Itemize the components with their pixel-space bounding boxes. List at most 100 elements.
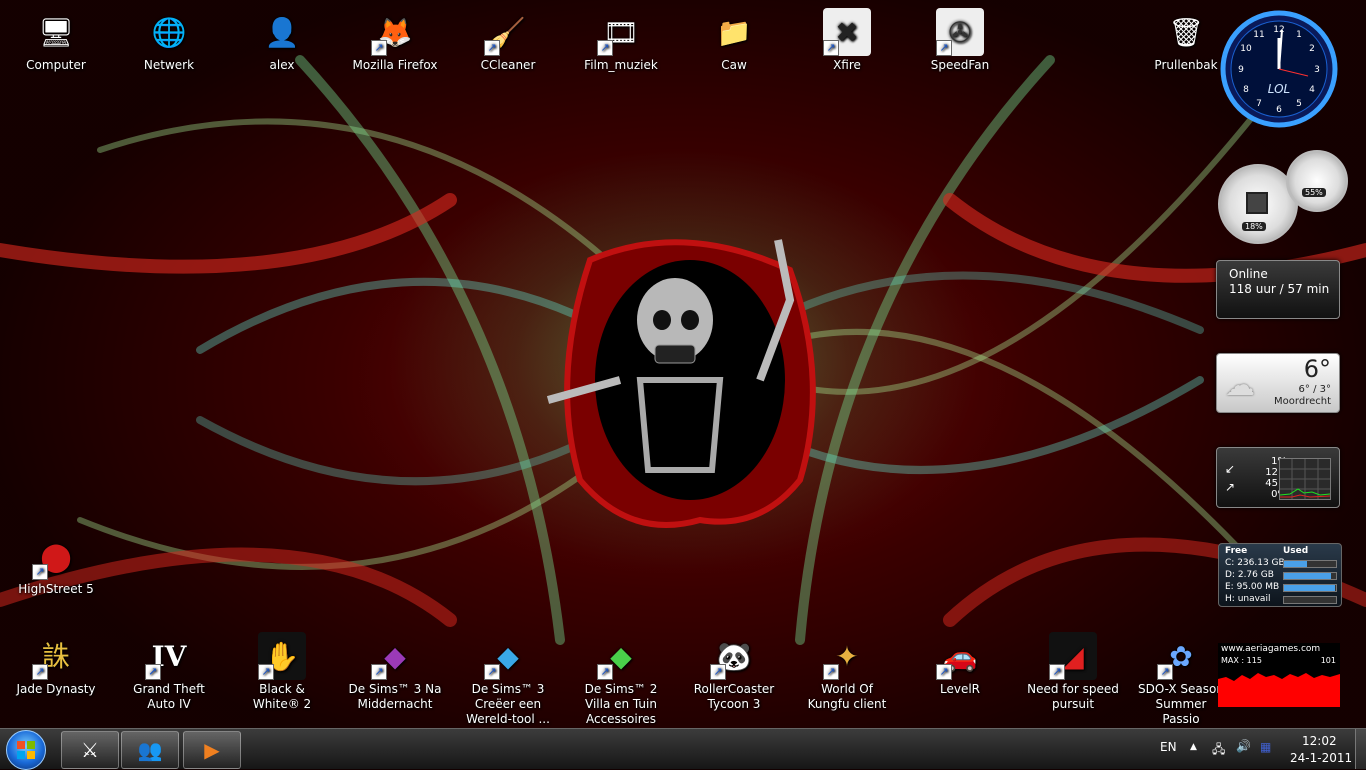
desktop-icon-gta-iv[interactable]: IV ↗ Grand Theft Auto IV: [121, 632, 217, 712]
online-time-gadget[interactable]: Online 118 uur / 57 min: [1216, 260, 1340, 319]
desktop-icon-firefox[interactable]: 🦊 ↗ Mozilla Firefox: [347, 8, 443, 73]
cpu-meter-gadget[interactable]: 18% 55%: [1216, 150, 1348, 244]
start-button[interactable]: [6, 730, 46, 770]
network-graph: [1279, 458, 1331, 500]
cpu-chip-icon: [1246, 192, 1268, 214]
desktop-icon-alex[interactable]: 👤 alex: [234, 8, 330, 73]
wallpaper-art: [0, 55, 1366, 645]
icon-label: Xfire: [833, 58, 861, 72]
desktop-wallpaper: [0, 0, 1366, 728]
aeria-max: MAX : 115: [1221, 656, 1262, 665]
firefox-icon: 🦊: [377, 15, 413, 49]
kungfu-icon: ✦: [835, 639, 859, 673]
gta-iv-icon: IV: [151, 639, 187, 673]
shortcut-arrow-icon: ↗: [371, 664, 387, 680]
download-arrow-icon: ↗: [1225, 480, 1236, 494]
volume-icon[interactable]: 🔊: [1236, 739, 1251, 753]
desktop-icon-network[interactable]: 🌐 Netwerk: [121, 8, 217, 73]
online-value: 118 uur / 57 min: [1229, 282, 1330, 296]
drive-usage-bar: [1283, 596, 1337, 604]
shortcut-arrow-icon: ↗: [258, 664, 274, 680]
shortcut-arrow-icon: ↗: [1049, 664, 1065, 680]
sims-3-night-icon: ◆: [384, 639, 406, 673]
shortcut-arrow-icon: ↗: [32, 664, 48, 680]
desktop-icon-highstreet[interactable]: ⬤ ↗ HighStreet 5: [8, 532, 104, 597]
drives-gadget[interactable]: Free Used C: 236.13 GB D: 2.76 GB E: 95.…: [1218, 543, 1342, 607]
nfs-icon: ◢: [1062, 639, 1084, 673]
drive-usage-bar: [1283, 572, 1337, 580]
svg-text:2: 2: [1309, 44, 1315, 54]
desktop-icon-sdo-x[interactable]: ✿ ↗ SDO-X Season Summer Passio: [1138, 632, 1224, 727]
desktop-icon-nfs-pursuit[interactable]: ◢ ↗ Need for speed pursuit: [1025, 632, 1121, 712]
desktop-icon-world-of-kungfu[interactable]: ✦ ↗ World Of Kungfu client: [799, 632, 895, 712]
tray-app-icon[interactable]: ▦: [1260, 740, 1271, 754]
desktop-icon-caw[interactable]: 📁 Caw: [686, 8, 782, 73]
desktop-icon-speedfan[interactable]: ✇ ↗ SpeedFan: [912, 8, 1008, 73]
shortcut-arrow-icon: ↗: [371, 40, 387, 56]
shortcut-arrow-icon: ↗: [936, 664, 952, 680]
icon-label: Jade Dynasty: [16, 682, 96, 696]
desktop-icon-jade-dynasty[interactable]: 誅 ↗ Jade Dynasty: [8, 632, 104, 697]
jade-dynasty-icon: 誅: [41, 639, 70, 673]
shortcut-arrow-icon: ↗: [32, 564, 48, 580]
clock-gadget[interactable]: 12 1 2 345 678 9 10 11 LOL: [1220, 10, 1338, 128]
rollercoaster-icon: 🐼: [716, 639, 752, 673]
drive-row: D: 2.76 GB: [1225, 570, 1337, 581]
icon-label: Black & White® 2: [252, 682, 312, 711]
svg-text:11: 11: [1253, 30, 1264, 40]
drive-usage-bar: [1283, 584, 1337, 592]
network-tray-icon[interactable]: 🖧: [1212, 740, 1225, 761]
taskbar-pinned-messenger[interactable]: 👥: [121, 731, 179, 769]
clock-date[interactable]: 24-1-2011: [1290, 751, 1352, 765]
show-desktop-button[interactable]: [1355, 729, 1366, 769]
drive-row: H: unavail: [1225, 594, 1337, 605]
desktop-icon-black-white-2[interactable]: ✋ ↗ Black & White® 2: [234, 632, 330, 712]
drive-usage-bar: [1283, 560, 1337, 568]
icon-label: World Of Kungfu client: [807, 682, 887, 711]
shortcut-arrow-icon: ↗: [484, 664, 500, 680]
icon-label: Grand Theft Auto IV: [133, 682, 205, 711]
aeria-graph: [1218, 673, 1340, 707]
aeria-meter-gadget[interactable]: www.aeriagames.com MAX : 115 101: [1218, 643, 1340, 707]
weather-range: 6° / 3°: [1298, 384, 1331, 395]
clock-time[interactable]: 12:02: [1302, 734, 1337, 748]
computer-icon: 🖥: [38, 15, 74, 49]
svg-text:3: 3: [1314, 65, 1320, 75]
network-meter-gadget[interactable]: ↙ ↗ 1% 12 k 45 k 0%: [1216, 447, 1340, 508]
desktop-icon-rollercoaster[interactable]: 🐼 ↗ RollerCoaster Tycoon 3: [686, 632, 782, 712]
shortcut-arrow-icon: ↗: [1157, 664, 1173, 680]
icon-label: alex: [269, 58, 295, 72]
folder-icon: 📁: [716, 15, 752, 49]
taskbar: ⚔ 👥 ▶ EN ▲ 🖧 🔊 ▦ 12:02 24-1-2011: [0, 728, 1366, 770]
network-icon: 🌐: [151, 15, 187, 49]
icon-label: Film_muziek: [584, 58, 658, 72]
ccleaner-icon: 🧹: [490, 15, 526, 49]
drives-header-used: Used: [1283, 546, 1309, 556]
desktop-icon-sims-3-night[interactable]: ◆ ↗ De Sims™ 3 Na Middernacht: [347, 632, 443, 712]
desktop-icon-sims-2-villa[interactable]: ◆ ↗ De Sims™ 2 Villa en Tuin Accessoires: [573, 632, 669, 727]
language-indicator[interactable]: EN: [1160, 740, 1177, 754]
desktop-icon-levelr[interactable]: 🚗 ↗ LevelR: [912, 632, 1008, 697]
upload-arrow-icon: ↙: [1225, 462, 1236, 476]
black-white-2-icon: ✋: [264, 639, 300, 673]
taskbar-pinned-media-player[interactable]: ▶: [183, 731, 241, 769]
drive-row: E: 95.00 MB: [1225, 582, 1337, 593]
icon-label: Netwerk: [143, 58, 195, 72]
xfire-icon: ✖: [835, 15, 859, 49]
desktop-icon-ccleaner[interactable]: 🧹 ↗ CCleaner: [460, 8, 556, 73]
weather-gadget[interactable]: ☁ 6° 6° / 3° Moordrecht: [1216, 353, 1340, 413]
drives-header-free: Free: [1225, 546, 1248, 556]
desktop-icon-computer[interactable]: 🖥 Computer: [8, 8, 104, 73]
recycle-bin-icon: 🗑: [1168, 15, 1204, 49]
taskbar-pinned-game[interactable]: ⚔: [61, 731, 119, 769]
show-hidden-icons-icon[interactable]: ▲: [1190, 742, 1197, 752]
sdo-x-icon: ✿: [1169, 639, 1193, 673]
desktop-icon-xfire[interactable]: ✖ ↗ Xfire: [799, 8, 895, 73]
cpu-value: 18%: [1242, 222, 1266, 231]
desktop-icon-film-muziek[interactable]: 🎞 ↗ Film_muziek: [573, 8, 669, 73]
desktop-icon-sims-3-create-world[interactable]: ◆ ↗ De Sims™ 3 Creëer een Wereld-tool ...: [460, 632, 556, 727]
svg-text:6: 6: [1276, 105, 1282, 115]
shortcut-arrow-icon: ↗: [823, 664, 839, 680]
svg-text:5: 5: [1296, 99, 1302, 109]
icon-label: Computer: [26, 58, 86, 72]
